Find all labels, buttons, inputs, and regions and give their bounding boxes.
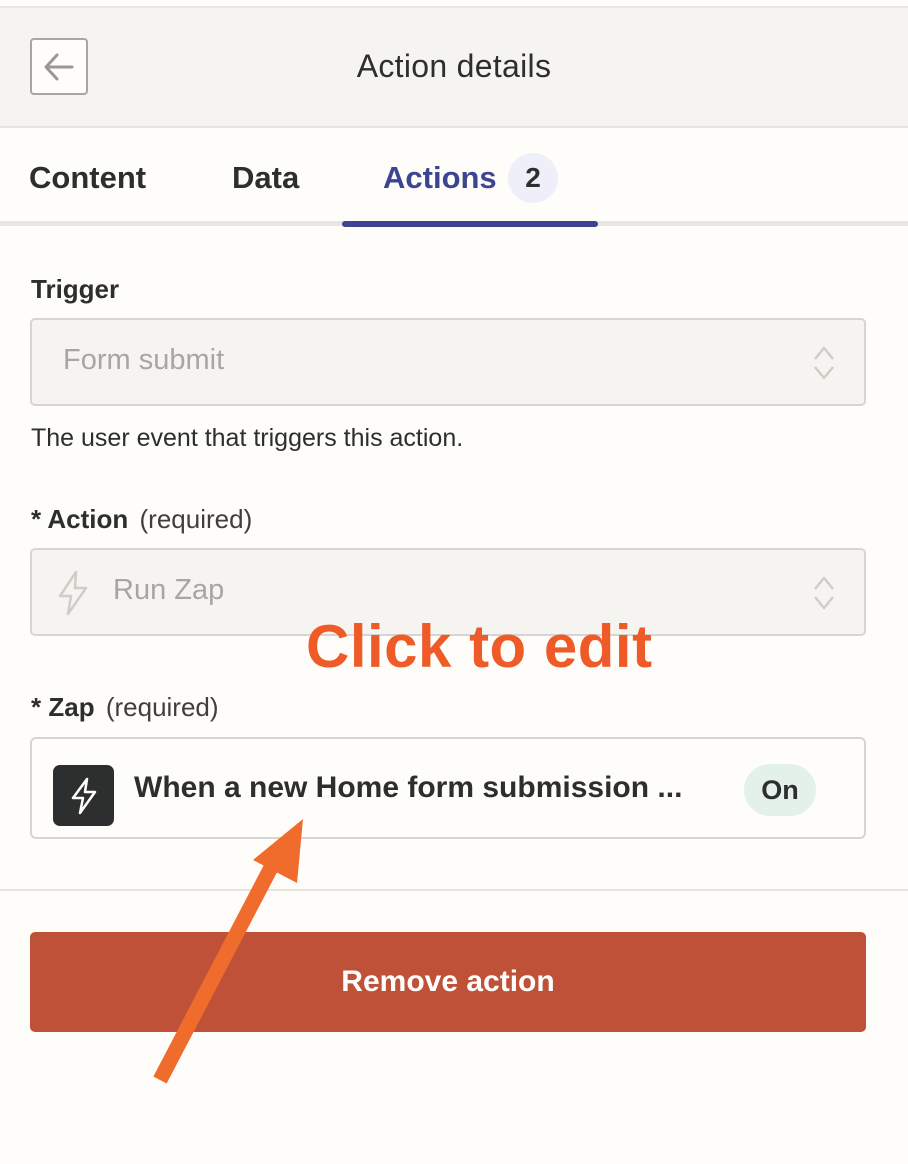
status-badge: On xyxy=(744,764,816,816)
chevron-up-down-icon xyxy=(814,576,834,610)
actions-count-badge: 2 xyxy=(508,153,558,203)
action-label: * Action (required) xyxy=(31,504,252,535)
trigger-label: Trigger xyxy=(31,274,120,304)
active-tab-indicator xyxy=(342,221,598,227)
lightning-bolt-icon xyxy=(71,777,96,814)
section-divider xyxy=(0,889,908,891)
zap-name: When a new Home form submission ... xyxy=(134,771,683,804)
zap-selector[interactable]: When a new Home form submission ... On xyxy=(30,737,866,839)
trigger-select[interactable]: Form submit xyxy=(30,318,866,406)
trigger-value: Form submit xyxy=(63,344,225,376)
tab-actions[interactable]: Actions xyxy=(383,160,497,196)
annotation-text: Click to edit xyxy=(306,613,653,680)
panel-header: Action details xyxy=(0,8,908,128)
chevron-up-down-icon xyxy=(814,346,834,380)
trigger-help-text: The user event that triggers this action… xyxy=(31,424,464,452)
tab-bar: Content Data Actions 2 xyxy=(0,128,908,228)
required-mark: * xyxy=(31,504,42,534)
action-label-text: Action xyxy=(47,504,129,534)
required-mark: * xyxy=(31,692,42,722)
required-text: (required) xyxy=(105,692,219,722)
remove-action-button[interactable]: Remove action xyxy=(30,932,866,1032)
action-value: Run Zap xyxy=(113,574,225,606)
zap-label: * Zap (required) xyxy=(31,692,219,723)
lightning-bolt-icon xyxy=(58,570,88,616)
tab-data[interactable]: Data xyxy=(232,160,299,196)
zap-app-icon xyxy=(53,765,114,826)
required-text: (required) xyxy=(139,504,253,534)
zap-label-text: Zap xyxy=(48,692,95,722)
page-title: Action details xyxy=(356,48,552,84)
tab-content[interactable]: Content xyxy=(29,160,146,196)
